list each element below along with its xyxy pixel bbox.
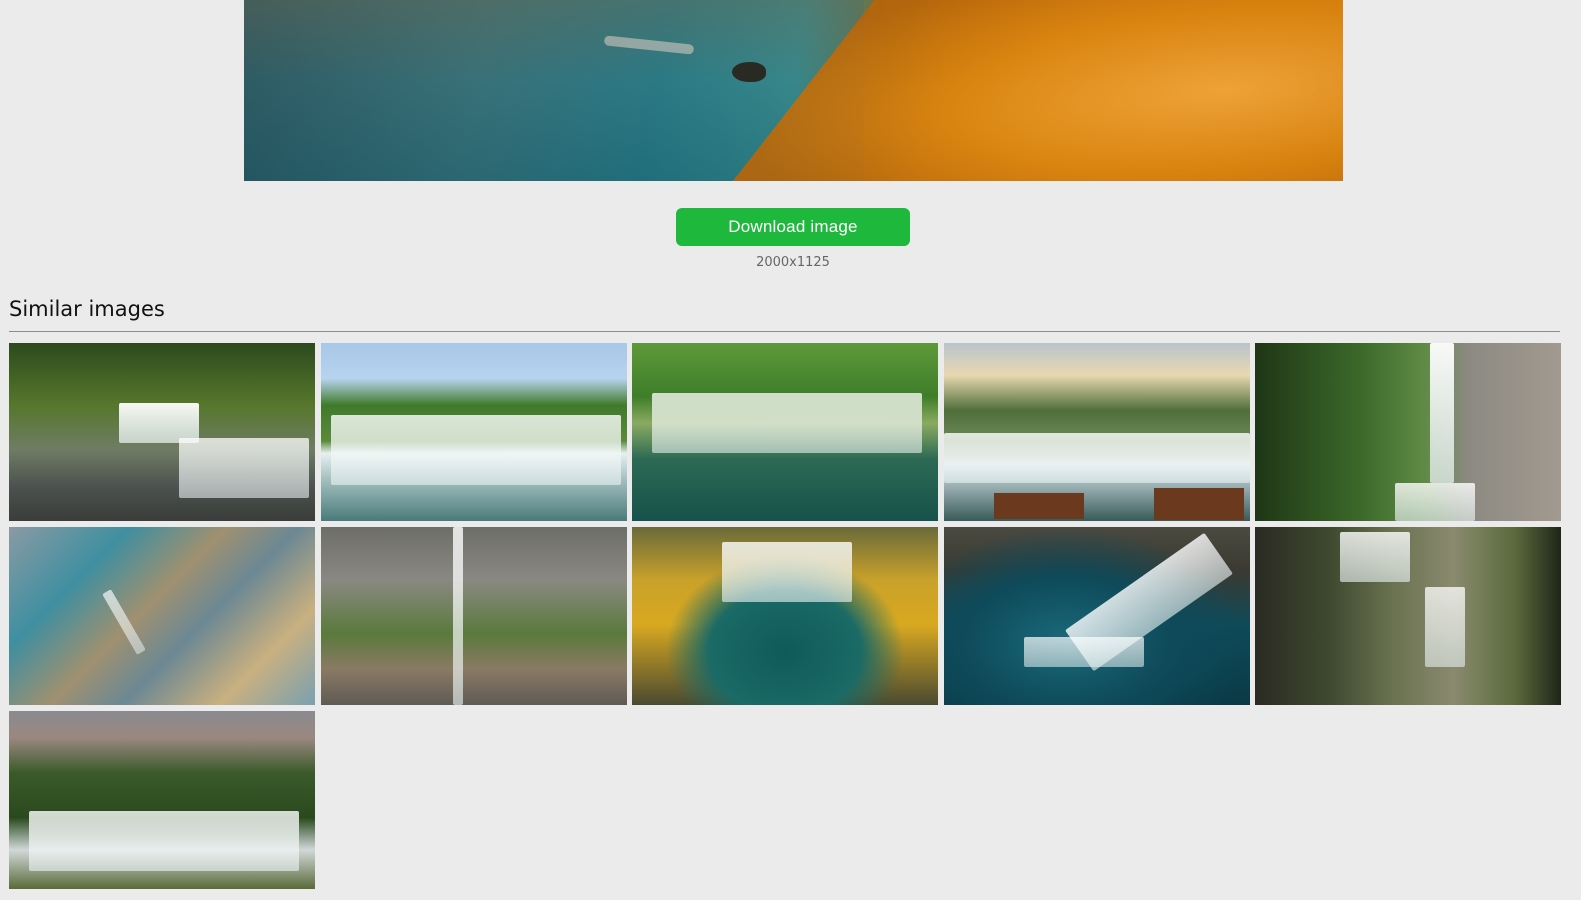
divider — [9, 331, 1560, 332]
waterfall-shape — [452, 527, 463, 705]
page: Download image 2000x1125 Similar images — [0, 0, 1581, 900]
thumbnail-7[interactable] — [320, 527, 627, 705]
thumbnail-4[interactable] — [943, 343, 1250, 521]
thumbnail-2[interactable] — [320, 343, 627, 521]
thumbnail-8[interactable] — [632, 527, 938, 705]
waterfall-shape — [943, 433, 1250, 483]
thumbnail-5[interactable] — [1255, 343, 1561, 521]
waterfall-shape — [119, 403, 199, 443]
waterfall-shape — [330, 415, 621, 485]
waterfall-shape — [652, 393, 922, 453]
thumbnail-9[interactable] — [943, 527, 1250, 705]
thumbnail-1[interactable] — [9, 343, 315, 521]
similar-images-grid — [9, 343, 1561, 889]
waterfall-shape — [29, 811, 299, 871]
waterfall-shape — [1430, 343, 1454, 483]
main-image — [244, 0, 1343, 181]
chairs — [993, 493, 1084, 519]
waterfall-shape — [179, 438, 309, 498]
waterfall-shape — [1425, 587, 1465, 667]
waterfall-shape — [1340, 532, 1410, 582]
waterfall-shape — [722, 542, 852, 602]
waterfall-shape — [1395, 483, 1475, 521]
image-dimensions: 2000x1125 — [756, 255, 830, 270]
thumbnail-10[interactable] — [1255, 527, 1561, 705]
similar-images-heading: Similar images — [9, 297, 165, 321]
chairs — [1153, 488, 1244, 520]
thumbnail-11[interactable] — [9, 711, 315, 889]
waterfall-shape — [102, 589, 146, 655]
thumbnail-3[interactable] — [632, 343, 938, 521]
waterfall-shape — [1023, 637, 1144, 667]
thumbnail-6[interactable] — [9, 527, 315, 705]
rock — [732, 62, 766, 82]
download-image-button[interactable]: Download image — [676, 208, 910, 246]
